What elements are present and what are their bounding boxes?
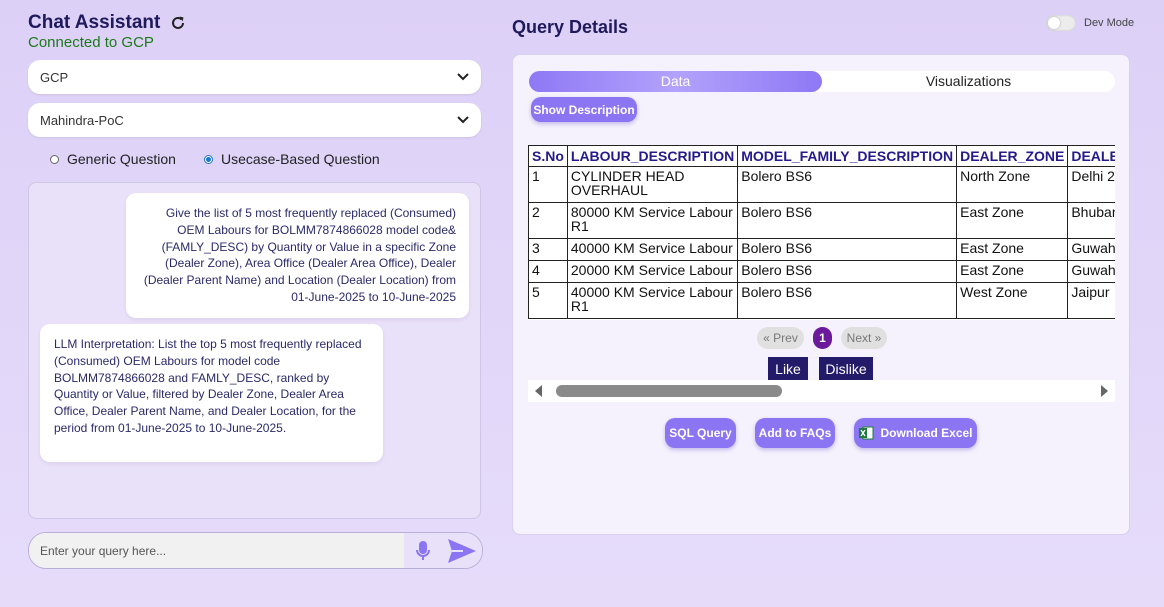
download-excel-button[interactable]: Download Excel [854, 418, 977, 448]
result-table-container[interactable]: S.No LABOUR_DESCRIPTION MODEL_FAMILY_DES… [528, 145, 1115, 320]
tab-data[interactable]: Data [529, 71, 822, 92]
table-cell: Guwahat [1067, 238, 1115, 261]
next-page-button[interactable]: Next » [841, 327, 887, 349]
table-cell: 80000 KM Service Labour R1 [566, 202, 739, 239]
like-button[interactable]: Like [768, 357, 808, 380]
table-cell: Delhi 2 [1067, 166, 1115, 203]
table-cell: 20000 KM Service Labour [566, 260, 739, 283]
table-cell: Bolero BS6 [737, 238, 958, 261]
table-cell: 40000 KM Service Labour R1 [566, 282, 739, 319]
table-cell: Bolero BS6 [737, 282, 958, 319]
project-select[interactable]: Mahindra-PoC [28, 103, 481, 137]
tabs: Data Visualizations [529, 71, 1115, 92]
radio-usecase-dot[interactable] [203, 154, 213, 164]
platform-select-value: GCP [40, 69, 69, 85]
table-cell: 4 [528, 260, 568, 283]
show-description-button[interactable]: Show Description [531, 97, 637, 122]
table-cell: North Zone [956, 166, 1069, 203]
table-cell: 2 [528, 202, 568, 239]
table-cell: Bolero BS6 [737, 166, 958, 203]
table-cell: East Zone [956, 238, 1069, 261]
prev-page-button[interactable]: « Prev [757, 327, 804, 349]
microphone-icon [416, 540, 430, 560]
table-cell: Bhubane [1067, 202, 1115, 239]
dev-mode-label: Dev Mode [1084, 17, 1135, 29]
horizontal-scrollbar[interactable] [528, 380, 1115, 402]
table-row: 3 40000 KM Service Labour Bolero BS6 Eas… [528, 238, 1115, 261]
tab-visualizations[interactable]: Visualizations [822, 71, 1115, 92]
refresh-icon[interactable] [170, 15, 186, 31]
add-to-faqs-button[interactable]: Add to FAQs [755, 418, 835, 448]
excel-icon [859, 426, 874, 440]
radio-usecase-question[interactable]: Usecase-Based Question [203, 151, 380, 167]
table-row: 5 40000 KM Service Labour R1 Bolero BS6 … [528, 282, 1115, 319]
assistant-message: LLM Interpretation: List the top 5 most … [40, 324, 383, 462]
radio-generic-dot[interactable] [50, 154, 59, 164]
microphone-button[interactable] [404, 533, 442, 568]
query-details-title: Query Details [512, 17, 629, 37]
radio-usecase-label: Usecase-Based Question [220, 151, 380, 167]
download-excel-label: Download Excel [880, 426, 973, 440]
scroll-left-icon[interactable] [535, 385, 542, 397]
table-cell: Bolero BS6 [737, 260, 958, 283]
table-cell: West Zone [956, 282, 1069, 319]
table-header-row: S.No LABOUR_DESCRIPTION MODEL_FAMILY_DES… [528, 145, 1115, 167]
send-icon [448, 538, 476, 563]
question-type-radio-group: Generic Question Usecase-Based Question [50, 151, 380, 167]
table-cell: 3 [528, 238, 568, 261]
dev-mode: Dev Mode [1046, 15, 1134, 31]
table-cell: 5 [528, 282, 568, 319]
column-header: S.No [528, 145, 568, 167]
column-header: DEALER_ZONE [956, 145, 1069, 167]
table-row: 1 CYLINDER HEAD OVERHAUL Bolero BS6 Nort… [528, 166, 1115, 203]
dislike-button[interactable]: Dislike [819, 357, 873, 380]
table-cell: East Zone [956, 260, 1069, 283]
user-message: Give the list of 5 most frequently repla… [126, 193, 469, 318]
project-select-value: Mahindra-PoC [40, 112, 124, 128]
table-row: 2 80000 KM Service Labour R1 Bolero BS6 … [528, 202, 1115, 239]
chevron-down-icon [457, 116, 469, 124]
table-cell: 1 [528, 166, 568, 203]
table-cell: CYLINDER HEAD OVERHAUL [566, 166, 739, 203]
send-button[interactable] [442, 533, 482, 568]
query-input-bar [28, 532, 483, 569]
column-header: LABOUR_DESCRIPTION [566, 145, 739, 167]
dev-mode-toggle[interactable] [1046, 15, 1076, 31]
app-title: Chat Assistant [28, 12, 186, 34]
platform-select[interactable]: GCP [28, 60, 481, 94]
connection-status: Connected to GCP [28, 34, 154, 51]
table-cell: East Zone [956, 202, 1069, 239]
table-cell: 40000 KM Service Labour [566, 238, 739, 261]
radio-generic-label: Generic Question [67, 151, 176, 167]
column-header: MODEL_FAMILY_DESCRIPTION [737, 145, 958, 167]
table-cell: Jaipur [1067, 282, 1115, 319]
scrollbar-thumb[interactable] [556, 385, 782, 397]
table-row: 4 20000 KM Service Labour Bolero BS6 Eas… [528, 260, 1115, 283]
query-input[interactable] [29, 533, 404, 568]
radio-generic-question[interactable]: Generic Question [50, 151, 176, 167]
current-page[interactable]: 1 [813, 327, 832, 349]
app-title-text: Chat Assistant [28, 12, 161, 33]
chat-history[interactable]: Give the list of 5 most frequently repla… [28, 182, 481, 519]
result-table: S.No LABOUR_DESCRIPTION MODEL_FAMILY_DES… [528, 145, 1115, 319]
scroll-right-icon[interactable] [1101, 385, 1108, 397]
table-cell: Guwahat [1067, 260, 1115, 283]
chevron-down-icon [457, 73, 469, 81]
column-header: DEALER [1067, 145, 1115, 167]
sql-query-button[interactable]: SQL Query [665, 418, 736, 448]
table-cell: Bolero BS6 [737, 202, 958, 239]
pagination: « Prev 1 Next » [757, 327, 887, 349]
query-details-card: Data Visualizations Show Description S.N… [512, 54, 1130, 535]
